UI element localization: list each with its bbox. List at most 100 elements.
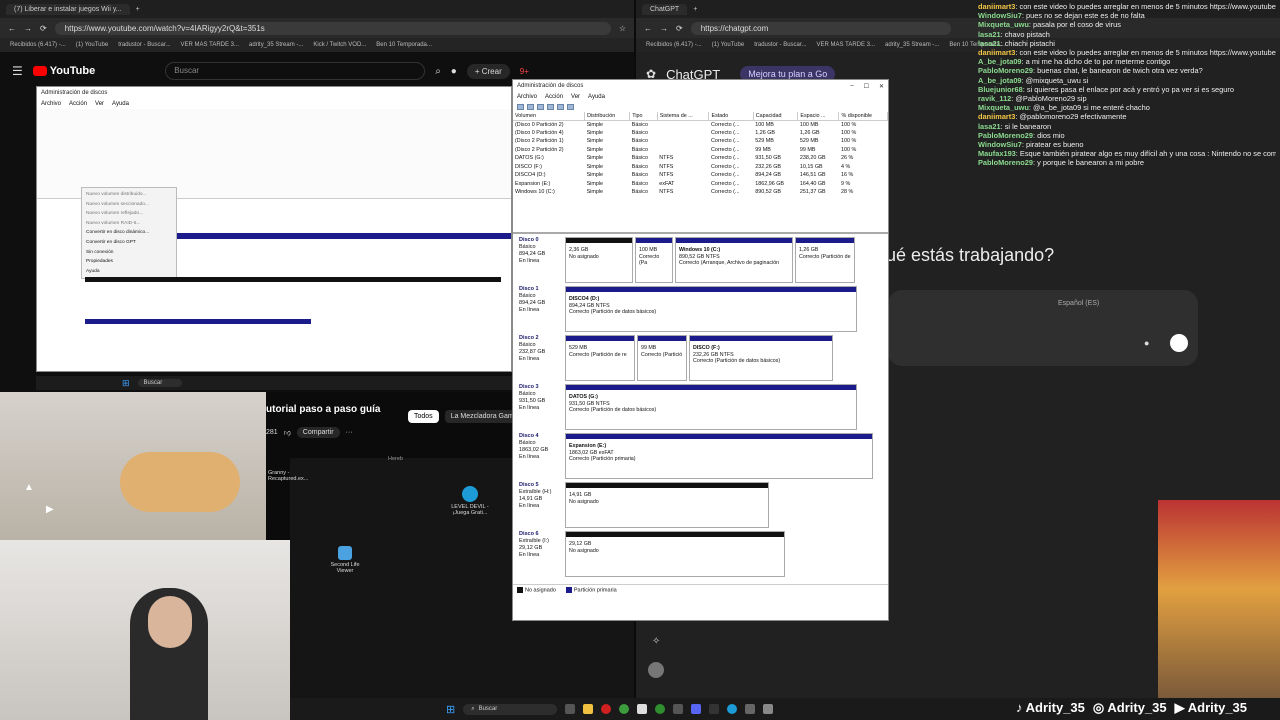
disk-mgmt-icon[interactable] <box>763 704 774 714</box>
column-header[interactable]: Distribución <box>584 112 631 121</box>
disk-label[interactable]: Disco 5 Extraíble (H:) 14,91 GB En línea <box>515 482 565 528</box>
xbox-icon[interactable] <box>655 704 666 714</box>
forward-icon[interactable]: → <box>24 24 32 33</box>
partition[interactable]: DATOS (G:) 931,50 GB NTFS Correcto (Partic… <box>565 384 857 430</box>
menu-item[interactable]: Ver <box>95 101 104 107</box>
unallocated-partition[interactable]: 2,36 GB No asignado <box>565 237 633 283</box>
avatar[interactable] <box>648 662 664 678</box>
chat-username[interactable]: ravik_112 <box>978 94 1011 103</box>
like-count[interactable]: 281 <box>266 429 278 436</box>
new-tab-plus-icon[interactable]: + <box>136 6 140 13</box>
context-menu-item[interactable]: Ayuda <box>86 267 172 277</box>
partition[interactable]: Expansion (E:) 1863,02 GB exFAT Correcto (… <box>565 433 873 479</box>
list-view-icon[interactable] <box>537 104 544 110</box>
partition[interactable]: 100 MB Correcto (Pa <box>635 237 673 283</box>
table-row[interactable]: (Disco 2 Partición 1) Simple Básico Correct… <box>513 137 888 146</box>
capcut-icon[interactable] <box>709 704 720 714</box>
context-menu-item[interactable]: Convertir en disco GPT <box>86 238 172 248</box>
table-row[interactable]: DATOS (G:) Simple Básico NTFS Correcto (... 9… <box>513 154 888 163</box>
bookmark-item[interactable]: tradustor - Buscar... <box>754 42 806 48</box>
maximize-icon[interactable]: ☐ <box>864 83 869 90</box>
properties-icon[interactable] <box>557 104 564 110</box>
chat-username[interactable]: daniimart3 <box>978 2 1015 11</box>
more-icon[interactable]: ··· <box>346 429 353 436</box>
chat-username[interactable]: A_be_jota09 <box>978 57 1022 66</box>
chat-username[interactable]: A_be_jota09 <box>978 76 1022 85</box>
chat-username[interactable]: lasa21 <box>978 122 1001 131</box>
bookmark-item[interactable]: adrity_35 Stream -... <box>885 42 939 48</box>
menu-item[interactable]: Ayuda <box>112 101 129 107</box>
mic-icon[interactable]: ● <box>451 66 457 77</box>
dislike-icon[interactable]: 👎︎ <box>284 428 291 437</box>
table-row[interactable]: Expansion (E:) Simple Básico exFAT Correcto … <box>513 180 888 189</box>
prev-arrow-icon[interactable]: ▲ <box>24 482 34 493</box>
chat-username[interactable]: PabloMoreno29 <box>978 131 1033 140</box>
context-menu-item[interactable]: Nuevo volumen reflejado... <box>86 209 172 219</box>
language-selector[interactable]: Español (ES) <box>1058 300 1099 307</box>
chat-username[interactable]: Bluejunior68 <box>978 85 1023 94</box>
partition[interactable]: 1,26 GB Correcto (Partición de <box>795 237 855 283</box>
table-row[interactable]: DISCO (F:) Simple Básico NTFS Correcto (... 2… <box>513 163 888 172</box>
bookmark-item[interactable]: Ben 10 Temporada... <box>376 42 432 48</box>
chat-username[interactable]: PabloMoreno29 <box>978 158 1033 167</box>
table-row[interactable]: (Disco 0 Partición 2) Simple Básico Correct… <box>513 120 888 129</box>
bookmark-item[interactable]: tradustor - Buscar... <box>118 42 170 48</box>
desktop-icon[interactable]: Second Life Viewer <box>326 546 364 574</box>
chat-username[interactable]: WindowSiu7 <box>978 140 1022 149</box>
windows-start-icon[interactable]: ⊞ <box>446 703 455 716</box>
chip-all[interactable]: Todos <box>408 410 439 423</box>
context-menu-item[interactable]: Nuevo volumen distribuido... <box>86 190 172 200</box>
share-button[interactable]: Compartir <box>296 427 340 438</box>
disk-label[interactable]: Disco 0 Básico 894,24 GB En línea <box>515 237 565 283</box>
back-icon[interactable] <box>517 104 524 110</box>
menu-item[interactable]: Archivo <box>41 101 61 107</box>
context-menu-item[interactable]: Propiedades <box>86 257 172 267</box>
disk-label[interactable]: Disco 6 Extraíble (I:) 29,12 GB En línea <box>515 531 565 577</box>
column-header[interactable]: Capacidad <box>753 112 799 121</box>
disk-label[interactable]: Disco 4 Básico 1863,02 GB En línea <box>515 433 565 479</box>
opera-icon[interactable] <box>601 704 612 714</box>
taskbar-search[interactable]: ⌕ Buscar <box>463 703 558 715</box>
reload-icon[interactable]: ⟳ <box>676 24 683 33</box>
chat-username[interactable]: Mixqueta_uwu <box>978 20 1029 29</box>
context-menu-item[interactable]: Convertir en disco dinámico... <box>86 228 172 238</box>
app-icon[interactable] <box>673 704 684 714</box>
task-view-icon[interactable] <box>565 704 576 714</box>
edge-icon[interactable] <box>727 704 738 714</box>
voice-mode-icon[interactable] <box>1170 334 1188 352</box>
help-icon[interactable] <box>547 104 554 110</box>
context-menu-item[interactable]: Nuevo volumen RAID-5... <box>86 219 172 229</box>
partition[interactable]: DISCO4 (D:) 894,24 GB NTFS Correcto (Parti… <box>565 286 857 332</box>
url-field[interactable]: https://www.youtube.com/watch?v=4IARigyy… <box>54 21 611 35</box>
bookmark-item[interactable]: Kick / Twitch VOD... <box>313 42 366 48</box>
youtube-logo[interactable]: YouTube <box>32 65 95 77</box>
close-icon[interactable]: ✕ <box>879 83 884 90</box>
new-tab-plus-icon[interactable]: + <box>693 6 697 13</box>
chat-username[interactable]: PabloMoreno29 <box>978 66 1033 75</box>
taskbar-search[interactable]: Buscar <box>137 379 183 387</box>
disk-label[interactable]: Disco 1 Básico 894,24 GB En línea <box>515 286 565 332</box>
forward-icon[interactable] <box>527 104 534 110</box>
partition[interactable]: 529 MB Correcto (Partición de re <box>565 335 635 381</box>
play-arrow-icon[interactable]: ▶ <box>46 504 54 515</box>
back-icon[interactable]: ← <box>8 24 16 33</box>
chrome-icon[interactable] <box>619 704 630 714</box>
unallocated-partition[interactable]: 29,12 GB No asignado <box>565 531 785 577</box>
table-row[interactable]: (Disco 2 Partición 2) Simple Básico Correct… <box>513 146 888 155</box>
unallocated-partition[interactable]: 14,91 GB No asignado <box>565 482 769 528</box>
create-button[interactable]: + Crear <box>466 63 510 79</box>
menu-icon[interactable]: ☰ <box>12 64 23 78</box>
chatgpt-input-box[interactable]: Español (ES) ● <box>888 290 1198 366</box>
star-icon[interactable]: ☆ <box>619 24 626 33</box>
column-header[interactable]: Tipo <box>629 112 658 121</box>
desktop-icon[interactable]: Granny - Recaptured.ex... <box>268 470 308 482</box>
search-icon[interactable]: ⌕ <box>435 66 441 77</box>
partition[interactable]: DISCO (F:) 232,26 GB NTFS Correcto (Partic… <box>689 335 833 381</box>
reload-icon[interactable]: ⟳ <box>40 24 47 33</box>
menu-accion[interactable]: Acción <box>545 94 563 100</box>
url-field[interactable]: https://chatgpt.com <box>690 21 951 35</box>
menu-archivo[interactable]: Archivo <box>517 94 537 100</box>
disk-label[interactable]: Disco 2 Básico 232,87 GB En línea <box>515 335 565 381</box>
partition[interactable]: Windows 10 (C:) 890,52 GB NTFS Correcto (A… <box>675 237 793 283</box>
chat-username[interactable]: Mixqueta_uwu <box>978 103 1029 112</box>
